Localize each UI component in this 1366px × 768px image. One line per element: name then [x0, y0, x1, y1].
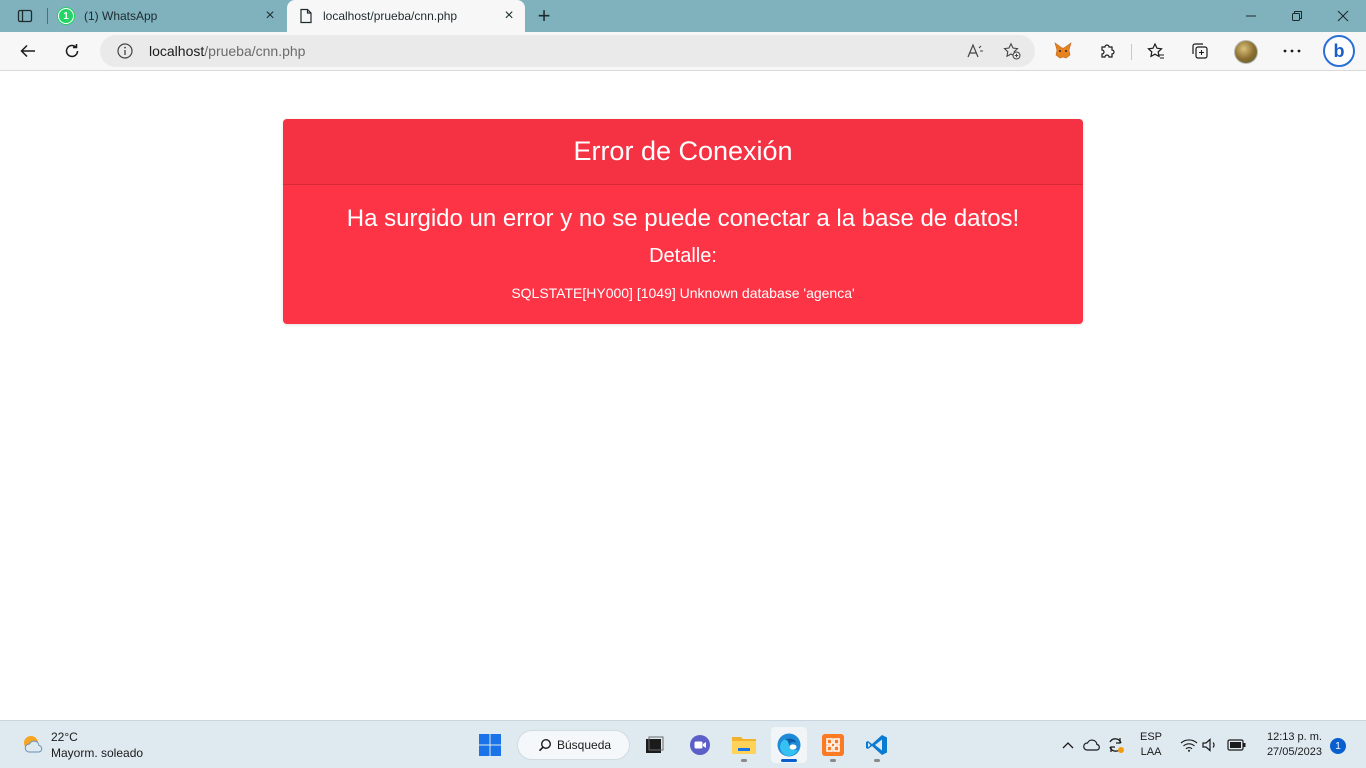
- tab-localhost[interactable]: localhost/prueba/cnn.php ×: [287, 0, 525, 32]
- chat-icon: [690, 735, 710, 755]
- onedrive-button[interactable]: [1082, 735, 1102, 755]
- refresh-button[interactable]: [56, 36, 88, 66]
- tab-close-button[interactable]: ×: [501, 8, 517, 24]
- info-icon[interactable]: [116, 42, 134, 60]
- battery-icon: [1227, 739, 1246, 751]
- edge-button[interactable]: [771, 727, 807, 763]
- sync-button[interactable]: [1106, 735, 1126, 755]
- new-tab-button[interactable]: +: [530, 2, 558, 30]
- start-button[interactable]: [472, 727, 508, 763]
- chevron-up-icon: [1062, 742, 1074, 749]
- error-title: Ha surgido un error y no se puede conect…: [346, 205, 1020, 232]
- battery-button[interactable]: [1227, 735, 1247, 755]
- bing-chat-button[interactable]: b: [1323, 35, 1355, 67]
- taskbar-search[interactable]: Búsqueda: [517, 730, 630, 760]
- vscode-button[interactable]: [859, 727, 895, 763]
- url-host: localhost: [149, 43, 205, 59]
- refresh-icon: [65, 44, 79, 58]
- whatsapp-icon: 1: [58, 8, 74, 24]
- tab-actions-icon: [17, 9, 33, 23]
- more-dots-icon: [1283, 49, 1301, 53]
- collections-button[interactable]: [1184, 36, 1216, 66]
- back-button[interactable]: [12, 36, 44, 66]
- task-view-button[interactable]: [636, 727, 672, 763]
- wifi-icon: [1180, 739, 1198, 752]
- minimize-icon: [1246, 15, 1256, 17]
- notification-badge[interactable]: 1: [1330, 738, 1346, 754]
- windows-logo-icon: [479, 734, 501, 756]
- close-window-button[interactable]: [1320, 0, 1366, 32]
- clock-time: 12:13 p. m.: [1266, 731, 1322, 743]
- minimize-button[interactable]: [1228, 0, 1274, 32]
- favorites-button[interactable]: [1140, 36, 1172, 66]
- edge-icon: [777, 733, 801, 757]
- tab-bar: 1 (1) WhatsApp × localhost/prueba/cnn.ph…: [0, 0, 1366, 32]
- xampp-button[interactable]: [815, 727, 851, 763]
- card-body: Ha surgido un error y no se puede conect…: [283, 185, 1083, 302]
- error-subtitle: Detalle:: [649, 245, 717, 267]
- browser-toolbar: localhost/prueba/cnn.php b: [0, 32, 1366, 71]
- url-path: /prueba/cnn.php: [204, 43, 306, 59]
- cloud-icon: [1083, 739, 1100, 751]
- task-view-icon: [646, 736, 664, 753]
- close-icon: [1337, 10, 1349, 22]
- error-detail: SQLSTATE[HY000] [1049] Unknown database …: [511, 285, 855, 301]
- favorites-star-icon: [1147, 42, 1164, 59]
- extensions-button[interactable]: [1091, 36, 1123, 66]
- collections-icon: [1192, 43, 1208, 59]
- metamask-extension-button[interactable]: [1047, 36, 1079, 66]
- bing-icon: b: [1333, 40, 1345, 61]
- error-card: Error de Conexión Ha surgido un error y …: [283, 119, 1083, 324]
- xampp-icon: [822, 734, 844, 756]
- profile-avatar[interactable]: [1234, 40, 1258, 64]
- clock-date: 27/05/2023: [1266, 746, 1322, 758]
- wifi-button[interactable]: [1179, 735, 1199, 755]
- search-icon: [538, 738, 552, 752]
- tab-actions-button[interactable]: [8, 4, 42, 28]
- fox-icon: [1054, 42, 1072, 59]
- weather-description: Mayorm. soleado: [51, 746, 144, 760]
- running-indicator: [741, 759, 747, 762]
- weather-temperature: 22°C: [51, 730, 78, 744]
- restore-icon: [1292, 11, 1302, 21]
- keyboard-layout: LAA: [1140, 746, 1162, 758]
- folder-icon: [732, 737, 756, 754]
- puzzle-icon: [1101, 44, 1115, 58]
- tab-close-button[interactable]: ×: [262, 8, 278, 24]
- page-icon: [300, 8, 312, 24]
- settings-more-button[interactable]: [1276, 36, 1308, 66]
- vscode-icon: [866, 735, 887, 755]
- tab-label: (1) WhatsApp: [84, 9, 158, 23]
- clock[interactable]: 12:13 p. m. 27/05/2023: [1258, 730, 1322, 760]
- add-favorite-icon[interactable]: [1001, 41, 1023, 61]
- tab-whatsapp[interactable]: 1 (1) WhatsApp ×: [48, 0, 286, 32]
- language-code: ESP: [1140, 731, 1163, 743]
- input-language[interactable]: ESP LAA: [1140, 730, 1162, 760]
- card-header: Error de Conexión: [283, 119, 1083, 185]
- restore-button[interactable]: [1274, 0, 1320, 32]
- read-aloud-icon[interactable]: [965, 41, 987, 61]
- sun-cloud-icon: [24, 736, 43, 753]
- taskbar: 22°C Mayorm. soleado Búsqueda ESP LAA 12…: [0, 720, 1366, 768]
- file-explorer-button[interactable]: [726, 727, 762, 763]
- show-hidden-icons-button[interactable]: [1058, 735, 1078, 755]
- back-arrow-icon: [20, 44, 35, 58]
- running-indicator: [874, 759, 880, 762]
- url-text[interactable]: localhost/prueba/cnn.php: [149, 43, 305, 59]
- address-bar[interactable]: localhost/prueba/cnn.php: [100, 35, 1035, 67]
- volume-button[interactable]: [1201, 735, 1221, 755]
- running-indicator: [830, 759, 836, 762]
- tab-label: localhost/prueba/cnn.php: [323, 9, 458, 23]
- active-indicator: [781, 759, 797, 762]
- speaker-icon: [1202, 738, 1215, 752]
- sync-icon: [1109, 738, 1124, 753]
- teams-chat-button[interactable]: [682, 727, 718, 763]
- search-label: Búsqueda: [557, 738, 612, 752]
- toolbar-divider: [1131, 44, 1132, 60]
